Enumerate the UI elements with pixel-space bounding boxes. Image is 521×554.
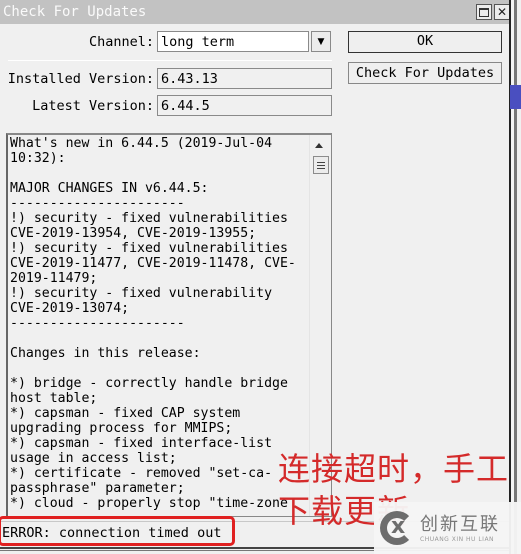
check-for-updates-button[interactable]: Check For Updates [348,62,502,84]
close-icon: ✕ [496,5,508,19]
release-notes-line: CVE-2019-13074; [10,301,130,316]
release-notes-line: 10:32): [10,151,66,166]
release-notes-line: *) cloud - properly stop "time-zone [10,496,288,511]
release-notes-line: *) certificate - removed "set-ca- [10,466,273,481]
release-notes-line: host table; [10,391,98,406]
release-notes-line: *) capsman - fixed CAP system [10,406,241,421]
installed-version-field: 6.43.13 [157,68,332,89]
maximize-icon [479,7,489,17]
latest-version-label: Latest Version: [32,98,154,114]
watermark-name-en: CHUANG XIN HU LIAN [420,535,495,543]
release-notes-line: *) bridge - correctly handle bridge [10,376,288,391]
window-title: Check For Updates [3,4,147,20]
close-button[interactable]: ✕ [494,4,510,20]
release-notes-line: Changes in this release: [10,346,201,361]
release-notes-line [10,166,310,181]
release-notes-line: What's new in 6.44.5 (2019-Jul-04 [10,136,273,151]
channel-select[interactable]: long term [157,31,309,52]
scroll-thumb[interactable] [313,156,329,174]
release-notes-line [10,361,310,376]
release-notes-line: passphrase" parameter; [10,481,185,496]
release-notes-line: CVE-2019-11477, CVE-2019-11478, CVE- [10,256,296,271]
dropdown-arrow-icon: ▼ [317,36,325,47]
release-notes-line: !) security - fixed vulnerabilities [10,241,288,256]
ok-button[interactable]: OK [348,31,502,53]
release-notes-text: What's new in 6.44.5 (2019-Jul-04 10:32):… [10,136,310,511]
release-notes-line [10,331,310,346]
release-notes-line: ---------------------- [10,316,185,331]
separator [8,60,332,61]
maximize-button[interactable] [476,4,492,20]
release-notes-line: *) capsman - fixed interface-list [10,436,273,451]
release-notes-line: 2019-11479; [10,271,98,286]
window-right-border [509,0,521,554]
scroll-up-arrow-icon[interactable] [315,143,323,148]
release-notes-line: CVE-2019-13954, CVE-2019-13955; [10,226,257,241]
installed-version-label: Installed Version: [7,71,154,87]
release-notes-line: !) security - fixed vulnerability [10,286,273,301]
background-scrollbar-thumb [510,85,521,109]
release-notes-line: ---------------------- [10,196,185,211]
latest-version-field: 6.44.5 [157,95,332,116]
title-bar[interactable]: Check For Updates ✕ [0,0,513,24]
error-highlight-box [0,516,235,546]
release-notes-line: upgrading process for MMIPS; [10,421,233,436]
watermark: x 创新互联 CHUANG XIN HU LIAN [374,502,521,554]
release-notes-line: MAJOR CHANGES IN v6.44.5: [10,181,209,196]
watermark-logo-icon: x [380,511,414,545]
channel-dropdown-button[interactable]: ▼ [311,31,331,52]
watermark-name-cn: 创新互联 [420,513,500,535]
channel-label: Channel: [88,34,154,50]
release-notes-line: usage in access list; [10,451,177,466]
release-notes-line: !) security - fixed vulnerabilities [10,211,288,226]
